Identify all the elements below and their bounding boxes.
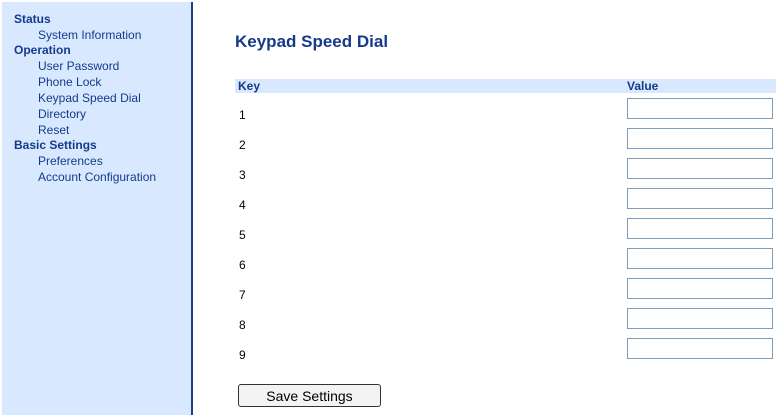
table-row: 2 (235, 128, 776, 158)
table-header: Key Value (235, 79, 776, 93)
save-settings-button[interactable]: Save Settings (238, 384, 381, 407)
value-input-6[interactable] (627, 248, 773, 269)
value-input-5[interactable] (627, 218, 773, 239)
main-content: Keypad Speed Dial Key Value 1 2 3 4 5 6 … (193, 2, 776, 417)
sidebar-item-phone-lock[interactable]: Phone Lock (2, 74, 191, 90)
sidebar-item-preferences[interactable]: Preferences (2, 153, 191, 169)
row-key-label: 7 (239, 288, 246, 302)
column-header-value: Value (627, 79, 659, 93)
table-row: 6 (235, 248, 776, 278)
column-header-key: Key (238, 79, 261, 93)
value-input-4[interactable] (627, 188, 773, 209)
value-input-3[interactable] (627, 158, 773, 179)
table-row: 1 (235, 98, 776, 128)
row-key-label: 3 (239, 168, 246, 182)
row-key-label: 6 (239, 258, 246, 272)
table-row: 9 (235, 338, 776, 368)
value-input-8[interactable] (627, 308, 773, 329)
sidebar-item-reset[interactable]: Reset (2, 122, 191, 138)
row-key-label: 1 (239, 108, 246, 122)
sidebar-item-user-password[interactable]: User Password (2, 58, 191, 74)
value-input-2[interactable] (627, 128, 773, 149)
value-input-7[interactable] (627, 278, 773, 299)
sidebar-item-system-information[interactable]: System Information (2, 27, 191, 43)
sidebar-nav: Status System Information Operation User… (2, 2, 193, 415)
sidebar-item-directory[interactable]: Directory (2, 106, 191, 122)
sidebar-item-account-configuration[interactable]: Account Configuration (2, 169, 191, 185)
table-row: 5 (235, 218, 776, 248)
row-key-label: 4 (239, 198, 246, 212)
row-key-label: 5 (239, 228, 246, 242)
nav-section-basic-settings: Basic Settings (14, 138, 97, 152)
value-input-9[interactable] (627, 338, 773, 359)
nav-section-status: Status (14, 12, 51, 26)
table-row: 8 (235, 308, 776, 338)
table-row: 4 (235, 188, 776, 218)
table-row: 7 (235, 278, 776, 308)
sidebar-item-keypad-speed-dial[interactable]: Keypad Speed Dial (2, 90, 191, 106)
table-row: 3 (235, 158, 776, 188)
page-title: Keypad Speed Dial (235, 32, 389, 51)
row-key-label: 9 (239, 348, 246, 362)
row-key-label: 8 (239, 318, 246, 332)
nav-section-operation: Operation (14, 43, 71, 57)
value-input-1[interactable] (627, 98, 773, 119)
row-key-label: 2 (239, 138, 246, 152)
